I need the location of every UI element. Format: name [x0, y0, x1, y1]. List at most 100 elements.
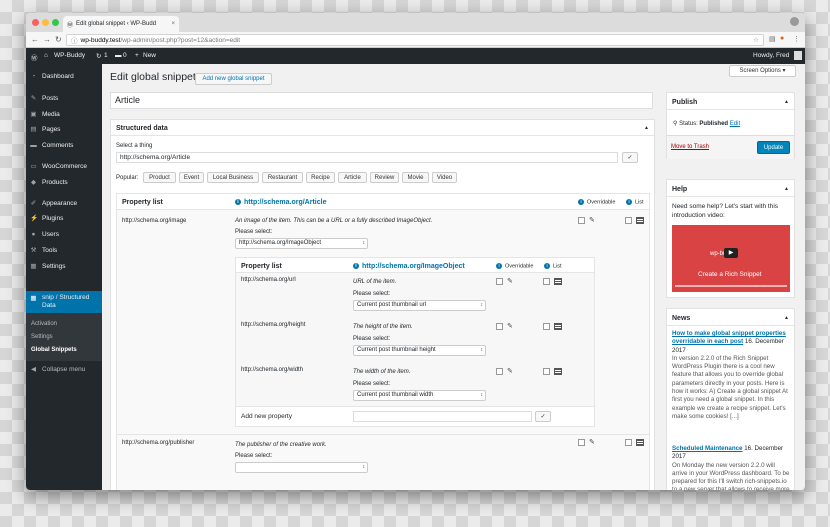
popular-recipe-button[interactable]: Recipe — [306, 172, 335, 183]
list-checkbox[interactable] — [543, 368, 550, 375]
edit-status-link[interactable]: Edit — [730, 121, 740, 127]
toggle-arrow-icon[interactable]: ▲ — [784, 99, 789, 105]
menu-dots-icon[interactable]: ⋮ — [793, 35, 800, 43]
info-icon[interactable]: i — [235, 199, 241, 206]
wordpress-logo-icon[interactable]: Ⓦ — [31, 52, 38, 62]
submenu-item-activation[interactable]: Activation — [31, 321, 57, 327]
menu-item-woocommerce[interactable]: ▭ WooCommerce — [26, 159, 102, 173]
popular-movie-button[interactable]: Movie — [402, 172, 429, 183]
overridable-checkbox[interactable] — [578, 217, 585, 224]
comments-count[interactable]: 0 — [123, 52, 127, 59]
reload-icon[interactable]: ↻ — [55, 35, 62, 44]
info-icon[interactable]: i — [626, 199, 632, 205]
pencil-icon[interactable]: ✎ — [507, 277, 513, 285]
list-icon[interactable] — [636, 217, 644, 224]
popular-event-button[interactable]: Event — [179, 172, 204, 183]
popular-local-business-button[interactable]: Local Business — [207, 172, 259, 183]
bookmark-star-icon[interactable]: ☆ — [753, 36, 759, 44]
extension-icon[interactable]: ▤ — [769, 35, 776, 43]
menu-item-media[interactable]: ▣ Media — [26, 107, 102, 121]
add-property-button[interactable]: ✓ — [535, 411, 551, 422]
popular-product-button[interactable]: Product — [143, 172, 176, 183]
site-name-link[interactable]: WP-Buddy — [54, 52, 85, 59]
maximize-window-icon[interactable] — [52, 19, 59, 26]
add-new-global-snippet-button[interactable]: Add new global snippet — [195, 73, 272, 85]
publisher-type-select[interactable] — [235, 462, 368, 473]
url-source-select[interactable]: Current post thumbnail url — [353, 300, 486, 311]
menu-item-plugins[interactable]: ⚡ Plugins — [26, 211, 102, 225]
collapse-menu-button[interactable]: ◀ Collapse menu — [26, 362, 102, 376]
forward-icon[interactable]: → — [43, 35, 51, 44]
thing-input[interactable]: http://schema.org/Article — [116, 152, 618, 163]
menu-item-posts[interactable]: ✎ Posts — [26, 91, 102, 105]
title-input[interactable]: Article — [110, 92, 653, 109]
updates-count[interactable]: 1 — [104, 52, 108, 59]
table-header: Property list i http://schema.org/Article… — [117, 194, 649, 210]
menu-item-appearance[interactable]: ✐ Appearance — [26, 196, 102, 210]
popular-restaurant-button[interactable]: Restaurant — [262, 172, 303, 183]
new-property-input[interactable] — [353, 411, 532, 422]
news-title-link[interactable]: Scheduled Maintenance — [672, 445, 743, 452]
image-type-select[interactable]: http://schema.org/ImageObject — [235, 238, 368, 249]
overridable-checkbox[interactable] — [496, 368, 503, 375]
toggle-arrow-icon[interactable]: ▲ — [644, 125, 649, 131]
overridable-checkbox[interactable] — [496, 278, 503, 285]
overridable-checkbox[interactable] — [578, 439, 585, 446]
info-icon[interactable]: i — [496, 263, 502, 269]
extension-icon[interactable]: ● — [780, 35, 784, 42]
back-icon[interactable]: ← — [31, 35, 39, 44]
info-icon[interactable]: i — [578, 199, 584, 205]
overridable-checkbox[interactable] — [496, 323, 503, 330]
howdy-user[interactable]: Howdy, Fred — [753, 52, 789, 59]
menu-item-settings[interactable]: ▦ Settings — [26, 259, 102, 273]
height-source-select[interactable]: Current post thumbnail height — [353, 345, 486, 356]
submenu-item-global-snippets[interactable]: Global Snippets — [31, 347, 77, 353]
list-checkbox[interactable] — [543, 323, 550, 330]
minimize-window-icon[interactable] — [42, 19, 49, 26]
menu-item-products[interactable]: ◆ Products — [26, 175, 102, 189]
browser-tab[interactable]: Ⓦ Edit global snippet ‹ WP-Budd × — [63, 16, 179, 32]
menu-item-snip-structured-data[interactable]: ▦ snip / Structured Data — [26, 291, 102, 313]
submenu-item-settings[interactable]: Settings — [31, 334, 53, 340]
list-icon[interactable] — [554, 323, 562, 330]
menu-item-tools[interactable]: ⚒ Tools — [26, 243, 102, 257]
video-progress-bar[interactable] — [675, 285, 787, 287]
menu-item-comments[interactable]: ▬ Comments — [26, 138, 102, 152]
info-icon[interactable]: i — [544, 263, 550, 269]
pencil-icon[interactable]: ✎ — [507, 322, 513, 330]
play-icon[interactable]: ▶ — [724, 248, 738, 258]
menu-item-pages[interactable]: ▤ Pages — [26, 122, 102, 136]
move-to-trash-link[interactable]: Move to Trash — [671, 144, 709, 150]
update-button[interactable]: Update — [757, 141, 790, 154]
menu-item-dashboard[interactable]: ◔ Dashboard — [26, 69, 102, 83]
pencil-icon[interactable]: ✎ — [507, 367, 513, 375]
pencil-icon[interactable]: ✎ — [589, 216, 595, 224]
tab-close-icon[interactable]: × — [171, 21, 175, 27]
list-checkbox[interactable] — [625, 217, 632, 224]
plus-icon[interactable]: + — [135, 52, 139, 59]
list-icon[interactable] — [554, 368, 562, 375]
new-link[interactable]: New — [143, 52, 156, 59]
list-checkbox[interactable] — [543, 278, 550, 285]
width-source-select[interactable]: Current post thumbnail width — [353, 390, 486, 401]
toggle-arrow-icon[interactable]: ▲ — [784, 315, 789, 321]
menu-item-users[interactable]: ● Users — [26, 227, 102, 241]
popular-review-button[interactable]: Review — [370, 172, 399, 183]
intro-video[interactable]: wp-buddy ▶ Create a Rich Snippet — [672, 225, 790, 292]
updates-icon[interactable]: ↻ — [96, 52, 101, 60]
pencil-icon[interactable]: ✎ — [589, 438, 595, 446]
popular-video-button[interactable]: Video — [432, 172, 457, 183]
address-bar[interactable]: ⓘ wp-buddy.test/wp-admin/post.php?post=1… — [66, 34, 764, 46]
screen-options-button[interactable]: Screen Options ▾ — [729, 65, 796, 77]
info-icon[interactable]: i — [353, 263, 359, 270]
list-icon[interactable] — [636, 439, 644, 446]
confirm-thing-button[interactable]: ✓ — [622, 152, 638, 163]
avatar[interactable] — [794, 51, 802, 60]
profile-icon[interactable] — [790, 17, 799, 26]
popular-article-button[interactable]: Article — [338, 172, 367, 183]
close-window-icon[interactable] — [32, 19, 39, 26]
toggle-arrow-icon[interactable]: ▲ — [784, 186, 789, 192]
list-checkbox[interactable] — [625, 439, 632, 446]
comments-icon[interactable]: ▬ — [115, 52, 122, 59]
list-icon[interactable] — [554, 278, 562, 285]
